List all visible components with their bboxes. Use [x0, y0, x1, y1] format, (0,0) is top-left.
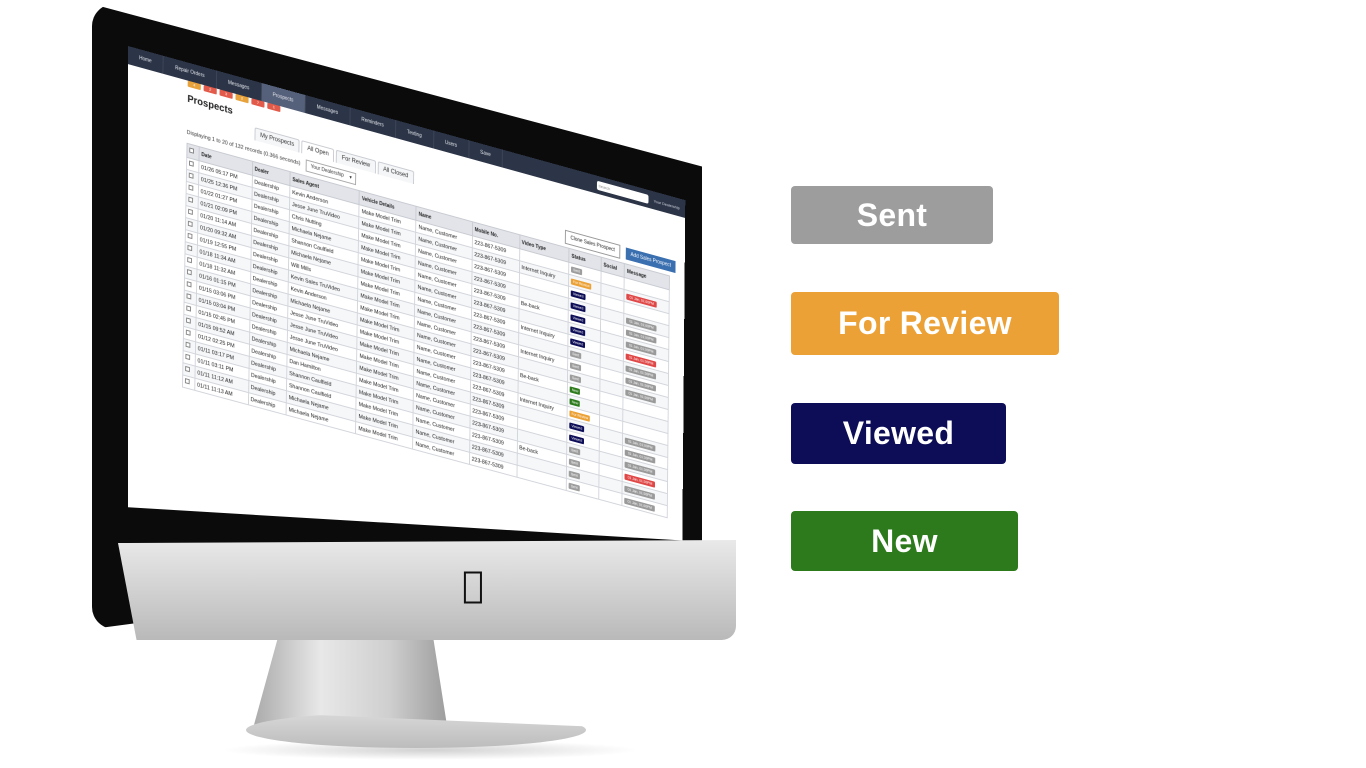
status-badge[interactable]: New	[569, 397, 581, 407]
legend-viewed-badge: Viewed	[791, 403, 1006, 464]
user-dealership-label[interactable]: Your Dealership	[654, 198, 680, 210]
row-checkbox[interactable]	[188, 184, 194, 191]
row-checkbox[interactable]	[185, 329, 191, 336]
status-badge[interactable]: Viewed	[570, 337, 585, 348]
row-checkbox[interactable]	[187, 244, 193, 252]
row-checkbox[interactable]	[185, 353, 191, 361]
status-badge[interactable]: Viewed	[569, 433, 584, 444]
chevron-down-icon: ▾	[349, 174, 352, 182]
apple-logo-icon: 	[462, 568, 484, 604]
row-checkbox[interactable]	[188, 208, 193, 215]
row-checkbox[interactable]	[187, 220, 193, 228]
status-badge[interactable]: Sent	[570, 361, 581, 371]
row-checkbox[interactable]	[185, 365, 190, 373]
status-badge[interactable]: Sent	[569, 446, 580, 455]
status-badge[interactable]: Sent	[569, 458, 580, 467]
imac-chin	[118, 540, 736, 640]
status-badge[interactable]: Sent	[569, 470, 580, 479]
dealership-select-value: Your Dealership	[310, 163, 344, 179]
row-checkbox[interactable]	[187, 256, 192, 264]
status-badge[interactable]: Sent	[571, 265, 582, 275]
legend-new-badge: New	[791, 511, 1018, 571]
select-all-checkbox[interactable]	[189, 147, 195, 154]
legend-for-review-badge: For Review	[791, 292, 1059, 355]
status-badge[interactable]: Viewed	[570, 313, 586, 324]
status-badge[interactable]: Sent	[568, 482, 580, 492]
row-checkbox[interactable]	[185, 341, 191, 348]
status-badge[interactable]: Sent	[570, 373, 581, 383]
row-checkbox[interactable]	[186, 281, 192, 288]
row-checkbox[interactable]	[186, 317, 191, 324]
status-badge[interactable]: Viewed	[571, 289, 586, 300]
status-badge[interactable]: Sent	[570, 349, 581, 359]
row-checkbox[interactable]	[187, 232, 193, 240]
legend-sent-badge: Sent	[791, 186, 993, 244]
imac-screen: Home Repair Orders Messages Prospects Messag…	[128, 46, 708, 542]
row-checkbox[interactable]	[188, 160, 194, 167]
row-checkbox[interactable]	[188, 172, 194, 179]
row-checkbox[interactable]	[188, 196, 194, 203]
status-badge[interactable]: Viewed	[570, 325, 586, 336]
status-badge[interactable]: Viewed	[569, 421, 585, 432]
row-checkbox[interactable]	[186, 293, 192, 300]
row-select-cell	[182, 374, 195, 391]
row-checkbox[interactable]	[186, 269, 192, 276]
row-checkbox[interactable]	[184, 378, 190, 385]
status-badge[interactable]: Viewed	[570, 301, 586, 312]
status-badge[interactable]: New	[570, 385, 581, 395]
row-checkbox[interactable]	[186, 305, 192, 312]
